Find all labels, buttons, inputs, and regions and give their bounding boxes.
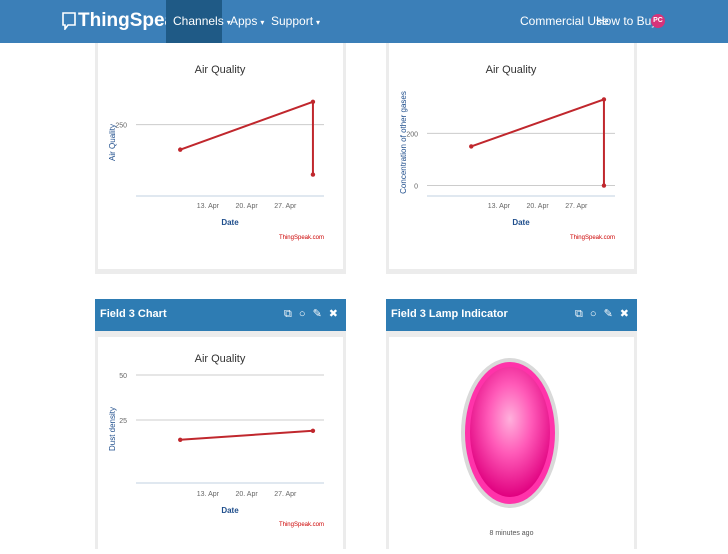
x-tick-label: 13. Apr bbox=[197, 491, 220, 498]
x-axis-label: Date bbox=[221, 506, 239, 515]
edit-pencil-icon[interactable]: ✎ bbox=[604, 308, 613, 320]
series-line bbox=[179, 100, 314, 175]
panel-header: Field 3 Lamp Indicator ⧉ ○ ✎ ✖ bbox=[386, 299, 637, 331]
x-tick-label: 13. Apr bbox=[197, 203, 220, 210]
x-tick-label: 27. Apr bbox=[565, 203, 588, 210]
dust-density-chart: Air Quality 25 50 13. Apr 20. Apr 27. Apr Date… bbox=[108, 353, 324, 528]
chart-container-1: Air Quality 250 13. Apr 20. Apr 27. Apr Date A… bbox=[98, 43, 343, 269]
data-point bbox=[469, 144, 474, 149]
air-quality-chart-1: Air Quality25013. Apr 20. Apr 27. AprDateA… bbox=[108, 64, 324, 241]
chevron-down-icon: ▾ bbox=[316, 18, 321, 27]
field3-chart-panel: Field 3 Chart ⧉ ○ ✎ ✖ Air Quality 25 50 13. Ap… bbox=[95, 299, 346, 549]
edit-pencil-icon[interactable]: ✎ bbox=[313, 308, 322, 320]
nav-apps-label: Apps bbox=[230, 14, 258, 28]
y-tick-label: 250 bbox=[115, 123, 127, 130]
y-axis-label: Concentration of other gases bbox=[399, 91, 408, 194]
series-line bbox=[470, 98, 605, 186]
x-tick-label: 27. Apr bbox=[274, 203, 297, 210]
chevron-down-icon: ▾ bbox=[260, 18, 265, 27]
x-tick-label: 20. Apr bbox=[235, 491, 258, 498]
chart-title: Air Quality bbox=[486, 64, 537, 76]
nav-apps[interactable]: Apps ▾ bbox=[230, 0, 264, 43]
chart-panel-2: Air Quality 0 200 13. Apr 20. Apr 27. Apr Date… bbox=[386, 43, 637, 274]
x-tick-label: 20. Apr bbox=[526, 203, 549, 210]
credit-link: ThingSpeak.com bbox=[570, 235, 615, 241]
data-point bbox=[178, 147, 183, 152]
x-axis-label: Date bbox=[221, 218, 239, 227]
top-navbar: ThingSpeak Channels ▾ Apps ▾ Support ▾ Comm… bbox=[0, 0, 728, 43]
credit-link: ThingSpeak.com bbox=[279, 522, 324, 528]
chart-title: Air Quality bbox=[195, 64, 246, 76]
close-icon[interactable]: ✖ bbox=[329, 308, 338, 320]
close-icon[interactable]: ✖ bbox=[620, 308, 629, 320]
chart-container-2: Air Quality 0 200 13. Apr 20. Apr 27. Apr Date… bbox=[389, 43, 634, 269]
x-tick-label: 20. Apr bbox=[235, 203, 258, 210]
nav-support-label: Support bbox=[271, 14, 314, 28]
lamp-container bbox=[389, 337, 634, 549]
air-quality-chart-2: Air Quality 0 200 13. Apr 20. Apr 27. Apr Date… bbox=[399, 64, 615, 241]
comment-icon[interactable]: ○ bbox=[299, 308, 306, 320]
external-link-icon[interactable]: ⧉ bbox=[284, 308, 292, 320]
y-tick-label: 0 bbox=[414, 184, 418, 191]
x-tick-label: 13. Apr bbox=[488, 203, 511, 210]
data-point bbox=[601, 97, 607, 102]
x-tick-label: 27. Apr bbox=[274, 491, 297, 498]
data-point bbox=[310, 428, 316, 433]
external-link-icon[interactable]: ⧉ bbox=[575, 308, 583, 320]
nav-channels-label: Channels bbox=[173, 14, 224, 28]
panel-title: Field 3 Lamp Indicator bbox=[391, 308, 508, 320]
data-point bbox=[601, 183, 607, 188]
comment-icon[interactable]: ○ bbox=[590, 308, 597, 320]
panel-header: Field 3 Chart ⧉ ○ ✎ ✖ bbox=[95, 299, 346, 331]
chart-container-3: Air Quality 25 50 13. Apr 20. Apr 27. Apr Date… bbox=[98, 337, 343, 549]
y-axis-label: Dust density bbox=[108, 407, 117, 451]
chart-panel-1: Air Quality 250 13. Apr 20. Apr 27. Apr Date A… bbox=[95, 43, 346, 274]
y-tick-label: 50 bbox=[119, 373, 127, 380]
y-tick-label: 200 bbox=[406, 131, 418, 138]
nav-channels[interactable]: Channels ▾ bbox=[166, 0, 231, 43]
x-axis-label: Date bbox=[512, 218, 530, 227]
data-point bbox=[310, 99, 316, 105]
lamp-last-updated: 8 minutes ago bbox=[489, 530, 534, 537]
y-tick-label: 25 bbox=[119, 418, 127, 425]
data-point bbox=[178, 437, 183, 442]
chart-title: Air Quality bbox=[195, 353, 246, 365]
nav-support[interactable]: Support ▾ bbox=[271, 0, 320, 43]
credit-link: ThingSpeak.com bbox=[279, 235, 324, 241]
user-avatar[interactable]: PC bbox=[651, 14, 665, 28]
speech-bubble-icon bbox=[62, 12, 76, 30]
nav-how-to-buy[interactable]: How to Buy bbox=[596, 0, 657, 43]
lamp-indicator bbox=[461, 358, 559, 508]
panel-title: Field 3 Chart bbox=[100, 308, 167, 320]
data-point bbox=[310, 172, 316, 177]
series-line bbox=[180, 429, 314, 441]
y-axis-label: Air Quality bbox=[108, 124, 117, 161]
field3-lamp-panel: Field 3 Lamp Indicator ⧉ ○ ✎ ✖ bbox=[386, 299, 637, 549]
